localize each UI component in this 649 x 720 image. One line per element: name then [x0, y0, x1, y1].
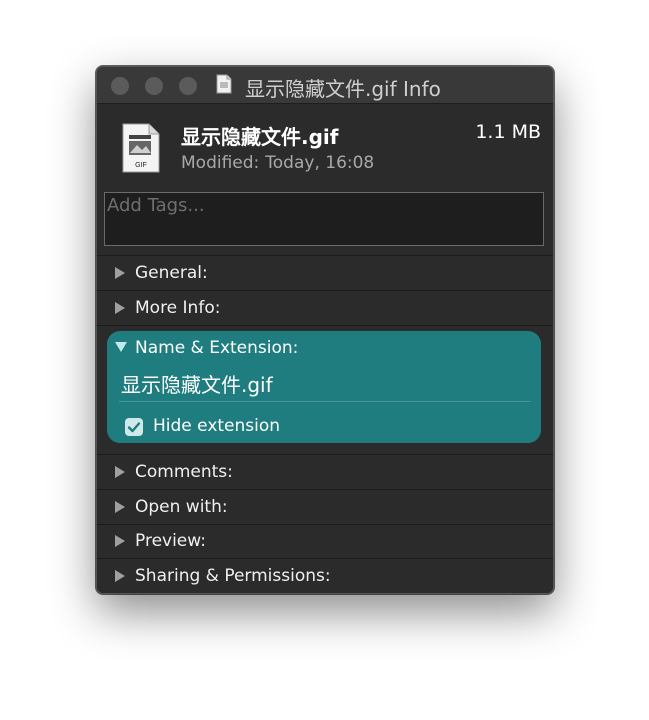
- section-preview[interactable]: Preview:: [97, 524, 553, 558]
- section-comments-label: Comments:: [135, 462, 233, 482]
- file-name-input[interactable]: 显示隐藏文件.gif: [119, 368, 531, 402]
- section-sharing-permissions[interactable]: Sharing & Permissions:: [97, 559, 553, 593]
- disclosure-triangle-open-icon[interactable]: [115, 342, 127, 352]
- divider: [97, 325, 553, 326]
- window-title: 显示隐藏文件.gif Info: [245, 77, 441, 101]
- section-more-info[interactable]: More Info:: [97, 291, 553, 325]
- close-button[interactable]: [111, 77, 129, 95]
- section-open-with-label: Open with:: [135, 497, 228, 517]
- disclosure-triangle-icon[interactable]: [115, 535, 125, 547]
- section-more-info-label: More Info:: [135, 298, 221, 318]
- modified-info: Modified: Today, 16:08: [181, 153, 374, 173]
- tags-field[interactable]: Add Tags...: [104, 192, 544, 246]
- zoom-button[interactable]: [179, 77, 197, 95]
- hide-extension-checkbox[interactable]: [125, 418, 143, 436]
- hide-extension-label[interactable]: Hide extension: [153, 416, 280, 436]
- section-preview-label: Preview:: [135, 531, 206, 551]
- gif-file-icon: GIF: [122, 123, 160, 173]
- title-bar[interactable]: 显示隐藏文件.gif Info: [97, 67, 553, 104]
- disclosure-triangle-icon[interactable]: [115, 501, 125, 513]
- tags-placeholder: Add Tags...: [107, 195, 205, 216]
- file-size: 1.1 MB: [475, 121, 541, 143]
- section-sharing-label: Sharing & Permissions:: [135, 566, 331, 586]
- section-name-extension: Name & Extension: 显示隐藏文件.gif Hide extens…: [107, 331, 541, 443]
- section-name-extension-label[interactable]: Name & Extension:: [135, 331, 298, 365]
- section-comments[interactable]: Comments:: [97, 455, 553, 489]
- file-name: 显示隐藏文件.gif: [181, 125, 339, 149]
- checkmark-icon: [127, 422, 141, 433]
- modified-label: Modified:: [181, 153, 260, 173]
- file-header: GIF 显示隐藏文件.gif 1.1 MB Modified: Today, 16…: [97, 103, 553, 191]
- modified-value: Today, 16:08: [265, 153, 375, 173]
- disclosure-triangle-icon[interactable]: [115, 267, 125, 279]
- info-window: 显示隐藏文件.gif Info GIF 显示隐藏文件.gif 1.1 MB Mo…: [96, 66, 554, 594]
- section-general[interactable]: General:: [97, 256, 553, 290]
- section-open-with[interactable]: Open with:: [97, 490, 553, 524]
- disclosure-triangle-icon[interactable]: [115, 570, 125, 582]
- disclosure-triangle-icon[interactable]: [115, 302, 125, 314]
- gif-icon-label: GIF: [135, 162, 147, 169]
- section-general-label: General:: [135, 263, 208, 283]
- minimize-button[interactable]: [145, 77, 163, 95]
- disclosure-triangle-icon[interactable]: [115, 466, 125, 478]
- document-icon: [216, 74, 232, 94]
